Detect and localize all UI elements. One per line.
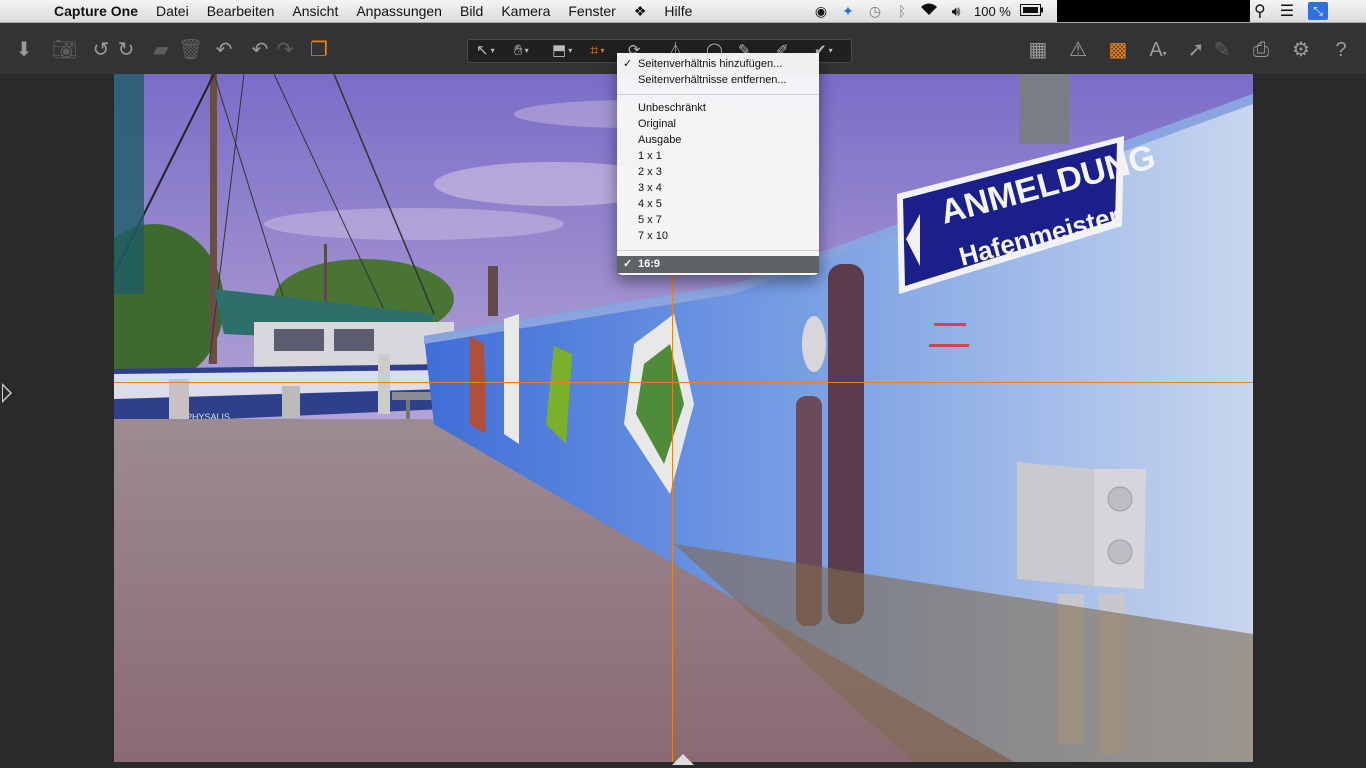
show-browser-handle[interactable] <box>672 754 694 765</box>
menubar: Capture One Datei Bearbeiten Ansicht Anp… <box>0 0 1366 23</box>
crop-tool-icon[interactable]: ⌗ ▾ <box>590 41 604 61</box>
menu-item-ausgabe[interactable]: Ausgabe <box>638 132 681 148</box>
menu-item-2x3[interactable]: 2 x 3 <box>638 164 662 180</box>
undo-back-icon[interactable]: ↶ <box>212 38 236 62</box>
menu-separator <box>617 250 819 251</box>
menu-separator <box>617 94 819 95</box>
rotate-right-icon[interactable]: ↻ <box>114 38 138 62</box>
menu-bild[interactable]: Bild <box>460 3 483 20</box>
help-icon[interactable]: ? <box>1329 38 1353 62</box>
menu-item-remove-ratios[interactable]: Seitenverhältnisse entfernen... <box>638 72 787 88</box>
menu-item-add-ratio[interactable]: Seitenverhältnis hinzufügen... <box>638 56 782 72</box>
menubar-right: ⚲ ☰ ⤡ <box>1254 1 1329 21</box>
menu-fenster[interactable]: Fenster <box>568 3 615 20</box>
trash-icon[interactable]: 🗑︎ <box>178 38 203 62</box>
check-icon: ✓ <box>623 58 633 70</box>
folder-icon[interactable]: ▰ <box>149 38 173 62</box>
menu-datei[interactable]: Datei <box>156 3 189 20</box>
volume-icon[interactable]: 🔊︎ <box>947 2 965 20</box>
export-icon[interactable]: ➚ <box>1184 38 1208 62</box>
menu-item-3x4[interactable]: 3 x 4 <box>638 180 662 196</box>
menu-item-original[interactable]: Original <box>638 116 676 132</box>
select-tool-icon[interactable]: ↖ ▾ <box>476 41 495 61</box>
menu-item-5x7[interactable]: 5 x 7 <box>638 212 662 228</box>
show-tools-handle[interactable] <box>2 383 12 403</box>
fullscreen-icon[interactable]: ⤡ <box>1308 2 1329 20</box>
overlay-icon[interactable]: ▦ <box>1026 38 1050 62</box>
menu-item-7x10[interactable]: 7 x 10 <box>638 228 668 244</box>
dropbox-icon[interactable]: ✦ <box>839 2 857 20</box>
redo-icon[interactable]: ↷ <box>273 38 297 62</box>
menu-anpassungen[interactable]: Anpassungen <box>356 3 442 20</box>
loupe-tool-icon[interactable]: ⬒ ▾ <box>552 41 572 61</box>
crop-ratio-menu: ✓ Seitenverhältnis hinzufügen... Seitenv… <box>617 53 819 275</box>
battery-icon[interactable] <box>1019 3 1044 19</box>
print-icon[interactable]: ⎙ <box>1249 38 1273 62</box>
menu-item-4x5[interactable]: 4 x 5 <box>638 196 662 212</box>
battery-percent: 100 % <box>974 3 1011 19</box>
variants-icon[interactable]: ❐ <box>307 38 331 62</box>
menu-item-16x9-selected[interactable]: ✓ 16:9 <box>617 256 819 273</box>
status-icons: ◉ ✦ ◷ ᛒ 🔊︎ 100 % <box>812 2 1044 20</box>
record-icon[interactable]: ◉ <box>812 2 830 20</box>
spotlight-icon[interactable]: ⚲ <box>1254 1 1266 21</box>
pan-tool-icon[interactable]: ✋︎ ▾ <box>514 41 529 61</box>
camera-icon[interactable]: 📷︎ <box>52 38 77 62</box>
undo-icon[interactable]: ↶ <box>248 38 272 62</box>
menu-item-unbeschraenkt[interactable]: Unbeschränkt <box>638 100 706 116</box>
menu-hilfe[interactable]: Hilfe <box>664 3 692 20</box>
warning-icon[interactable]: ⚠ <box>1066 38 1090 62</box>
time-machine-icon[interactable]: ◷ <box>866 2 884 20</box>
menu-item-1x1[interactable]: 1 x 1 <box>638 148 662 164</box>
settings-icon[interactable]: ⚙ <box>1289 38 1313 62</box>
text-icon[interactable]: A▾ <box>1146 38 1170 62</box>
crop-guide-horizontal <box>114 382 1253 383</box>
rotate-left-icon[interactable]: ↺ <box>89 38 113 62</box>
menu-kamera[interactable]: Kamera <box>501 3 550 20</box>
bluetooth-icon[interactable]: ᛒ <box>893 2 911 20</box>
wifi-icon[interactable] <box>920 2 938 20</box>
grid-icon[interactable]: ▩ <box>1106 38 1130 62</box>
menubar-blackout <box>1057 0 1250 22</box>
menu-item-16x9-label: 16:9 <box>638 258 661 270</box>
menu-list: Capture One Datei Bearbeiten Ansicht Anp… <box>54 3 692 20</box>
script-icon[interactable]: ❖ <box>634 3 647 20</box>
menu-bearbeiten[interactable]: Bearbeiten <box>207 3 275 20</box>
check-icon: ✓ <box>623 258 633 270</box>
import-icon[interactable]: ⬇ <box>12 38 36 62</box>
menu-app-name[interactable]: Capture One <box>54 3 138 20</box>
menu-ansicht[interactable]: Ansicht <box>292 3 338 20</box>
edit-icon[interactable]: ✎ <box>1210 38 1234 62</box>
notification-list-icon[interactable]: ☰ <box>1280 1 1294 21</box>
